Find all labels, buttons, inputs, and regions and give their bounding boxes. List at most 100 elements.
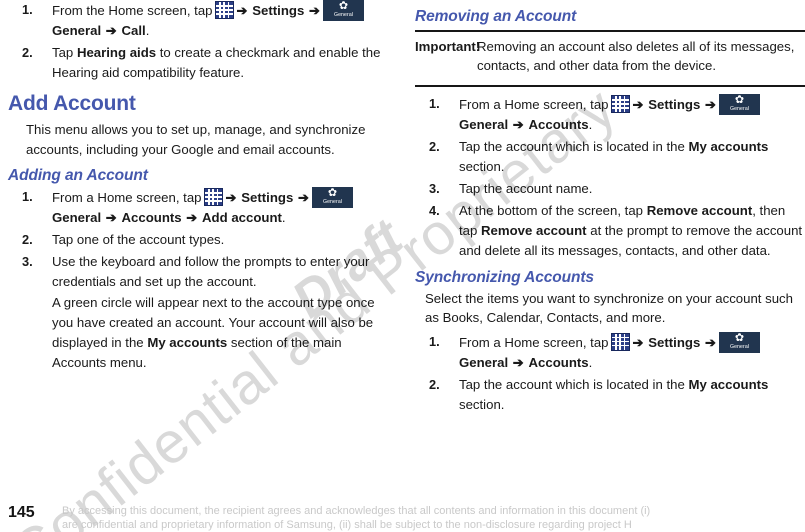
step-text-pre: From the Home screen, tap (52, 3, 213, 18)
general-icon-label: General (322, 198, 343, 205)
step-substep-text: A green circle will appear next to the a… (52, 293, 398, 373)
important-text: Removing an account also deletes all of … (477, 38, 795, 74)
accounts-label: Accounts (528, 116, 589, 132)
step-text: Tap one of the account types. (52, 231, 225, 247)
page-title-add-account: Add Account (8, 92, 136, 115)
step-number: 1. (22, 2, 33, 17)
removing-steps-list: 1. From a Home screen, tap ➔ Settings ➔ ✿ G… (415, 93, 805, 261)
remove-account-label: Remove account (481, 222, 587, 238)
section-heading-synchronizing-accounts: Synchronizing Accounts (415, 268, 594, 286)
arrow-icon: ➔ (512, 116, 524, 132)
gear-icon: ✿ (338, 0, 349, 12)
page-number: 145 (8, 504, 35, 521)
general-icon-label: General (729, 343, 750, 350)
arrow-icon: ➔ (704, 96, 717, 112)
list-item: 2. Tap Hearing aids to create a checkmar… (8, 43, 398, 83)
step-text-pre: At the bottom of the screen, tap (459, 202, 644, 218)
step-text-pre: Tap (52, 45, 74, 60)
step-text: From a Home screen, tap ➔ Settings ➔ ✿ Gene… (459, 331, 762, 370)
intro-paragraph: This menu allows you to set up, manage, … (26, 122, 366, 157)
arrow-icon: ➔ (105, 209, 117, 225)
step-text: Tap Hearing aids to create a checkmark a… (52, 45, 380, 80)
step-text: Tap the account name. (459, 180, 593, 196)
step-text-pre: From a Home screen, tap (459, 96, 609, 112)
settings-label: Settings (648, 334, 701, 350)
step-number: 1. (429, 95, 440, 111)
period: . (588, 354, 593, 370)
step-number: 4. (429, 202, 440, 218)
step-text: From a Home screen, tap ➔ Settings ➔ ✿ Gene… (52, 186, 355, 225)
sync-steps-list: 1. From a Home screen, tap ➔ Settings ➔ ✿ G… (415, 331, 805, 415)
arrow-icon: ➔ (512, 354, 524, 370)
step-number: 1. (22, 188, 33, 204)
my-accounts-label: My accounts (688, 138, 769, 154)
general-settings-icon: ✿ General (719, 331, 761, 353)
apps-grid-icon (203, 187, 223, 206)
general-label: General (52, 23, 102, 38)
footer-line-2: are confidential and proprietary informa… (62, 519, 632, 531)
period: . (588, 116, 593, 132)
step-number: 3. (429, 180, 440, 196)
list-item: 4. At the bottom of the screen, tap Remo… (415, 201, 805, 261)
accounts-label: Accounts (121, 209, 182, 225)
step-text: Tap the account which is located in the … (459, 139, 768, 174)
settings-label: Settings (241, 189, 294, 205)
step-text: At the bottom of the screen, tap Remove … (459, 203, 802, 258)
step-text-post: section. (459, 396, 505, 412)
my-accounts-label: My accounts (688, 376, 769, 392)
step-number: 2. (22, 231, 33, 247)
hearing-aids-label: Hearing aids (76, 45, 157, 60)
step-text-post: section. (459, 158, 505, 174)
right-column: Removing an Account Important! Removing … (415, 0, 805, 417)
list-item: 3. Tap the account name. (415, 179, 805, 199)
general-label: General (459, 116, 509, 132)
general-label: General (459, 354, 509, 370)
arrow-icon: ➔ (186, 209, 198, 225)
important-note: Important! Removing an account also dele… (415, 32, 805, 81)
gear-icon: ✿ (327, 186, 338, 199)
remove-account-label: Remove account (646, 202, 753, 218)
carryover-steps-list: 1. From the Home screen, tap ➔ Settings ➔… (8, 0, 398, 83)
step-number: 2. (429, 138, 440, 154)
general-label: General (52, 209, 102, 225)
gear-icon: ✿ (734, 331, 745, 344)
step-text: From the Home screen, tap ➔ Settings ➔ ✿ Ge… (52, 0, 366, 38)
divider-bottom (415, 84, 805, 87)
gear-icon: ✿ (734, 93, 745, 106)
step-number: 1. (429, 333, 440, 349)
arrow-icon: ➔ (308, 3, 321, 18)
section-heading-removing-an-account: Removing an Account (415, 8, 577, 25)
arrow-icon: ➔ (704, 334, 717, 350)
apps-grid-icon (214, 1, 234, 19)
section-heading-adding-an-account: Adding an Account (8, 167, 148, 185)
settings-label: Settings (252, 3, 305, 18)
important-label: Important! (415, 38, 481, 54)
apps-grid-icon (610, 94, 630, 113)
adding-steps-list: 1. From a Home screen, tap ➔ Settings ➔ ✿ G… (8, 186, 398, 373)
step-number: 2. (429, 376, 440, 392)
period: . (145, 23, 150, 38)
list-item: 2. Tap one of the account types. (8, 230, 398, 250)
list-item: 1. From the Home screen, tap ➔ Settings ➔… (8, 0, 398, 41)
arrow-icon: ➔ (105, 23, 117, 38)
arrow-icon: ➔ (225, 189, 237, 205)
footer-disclaimer: By accessing this document, the recipien… (62, 504, 752, 532)
step-text-pre: Tap the account which is located in the (459, 376, 685, 392)
step-text-pre: From a Home screen, tap (52, 189, 202, 205)
step-number: 3. (22, 253, 33, 269)
footer-line-1: By accessing this document, the recipien… (62, 505, 651, 517)
step-text-pre: From a Home screen, tap (459, 334, 609, 350)
apps-grid-icon (610, 332, 630, 351)
step-number: 2. (22, 45, 33, 60)
list-item: 2. Tap the account which is located in t… (415, 137, 805, 177)
general-settings-icon: ✿ General (719, 93, 761, 115)
my-accounts-label: My accounts (147, 334, 228, 350)
general-icon-label: General (333, 12, 354, 18)
important-row: Important! Removing an account also dele… (415, 37, 805, 76)
arrow-icon: ➔ (236, 3, 248, 18)
list-item: 2. Tap the account which is located in t… (415, 375, 805, 415)
manual-page: 1. From the Home screen, tap ➔ Settings ➔… (0, 0, 805, 532)
general-settings-icon: ✿ General (312, 186, 354, 208)
arrow-icon: ➔ (297, 189, 310, 205)
period: . (281, 209, 286, 225)
